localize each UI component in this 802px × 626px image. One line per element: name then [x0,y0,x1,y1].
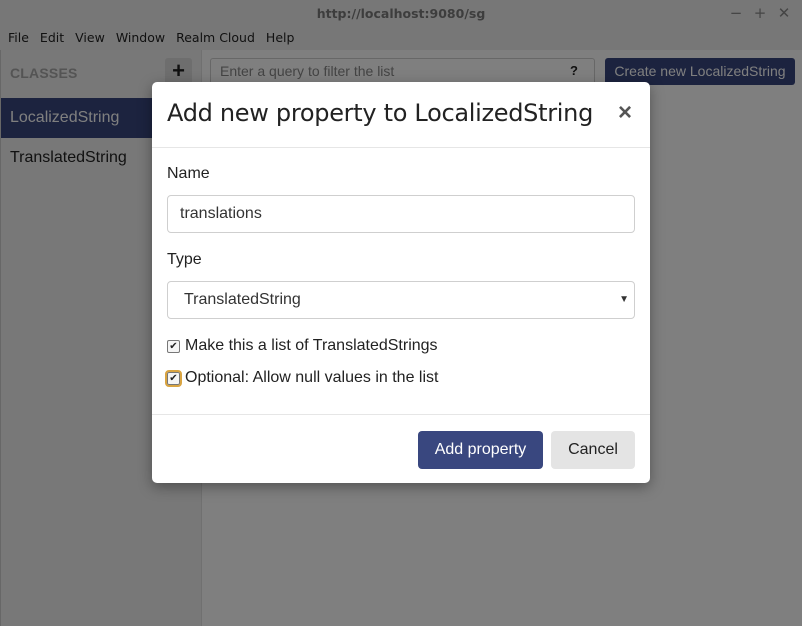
name-field[interactable]: translations [167,195,635,233]
dialog-header: Add new property to LocalizedString × [152,82,650,148]
add-property-dialog: Add new property to LocalizedString × Na… [152,82,650,483]
dialog-footer: Add property Cancel [152,414,650,483]
optional-option-row: ✔ Optional: Allow null values in the lis… [165,368,439,388]
close-icon[interactable]: × [618,99,632,127]
type-select-value: TranslatedString [184,291,301,308]
list-option-row: ✔ Make this a list of TranslatedStrings [167,336,438,356]
optional-checkbox-label: Optional: Allow null values in the list [185,369,439,386]
list-checkbox[interactable]: ✔ [167,339,180,353]
optional-checkbox[interactable]: ✔ [165,369,182,387]
cancel-button[interactable]: Cancel [551,431,635,469]
list-checkbox-label: Make this a list of TranslatedStrings [185,337,438,354]
type-select[interactable]: TranslatedString ▼ [167,281,635,319]
type-label: Type [167,251,202,268]
dialog-title: Add new property to LocalizedString [167,99,594,127]
name-label: Name [167,165,210,182]
chevron-down-icon: ▼ [619,294,629,305]
add-property-button[interactable]: Add property [418,431,543,469]
